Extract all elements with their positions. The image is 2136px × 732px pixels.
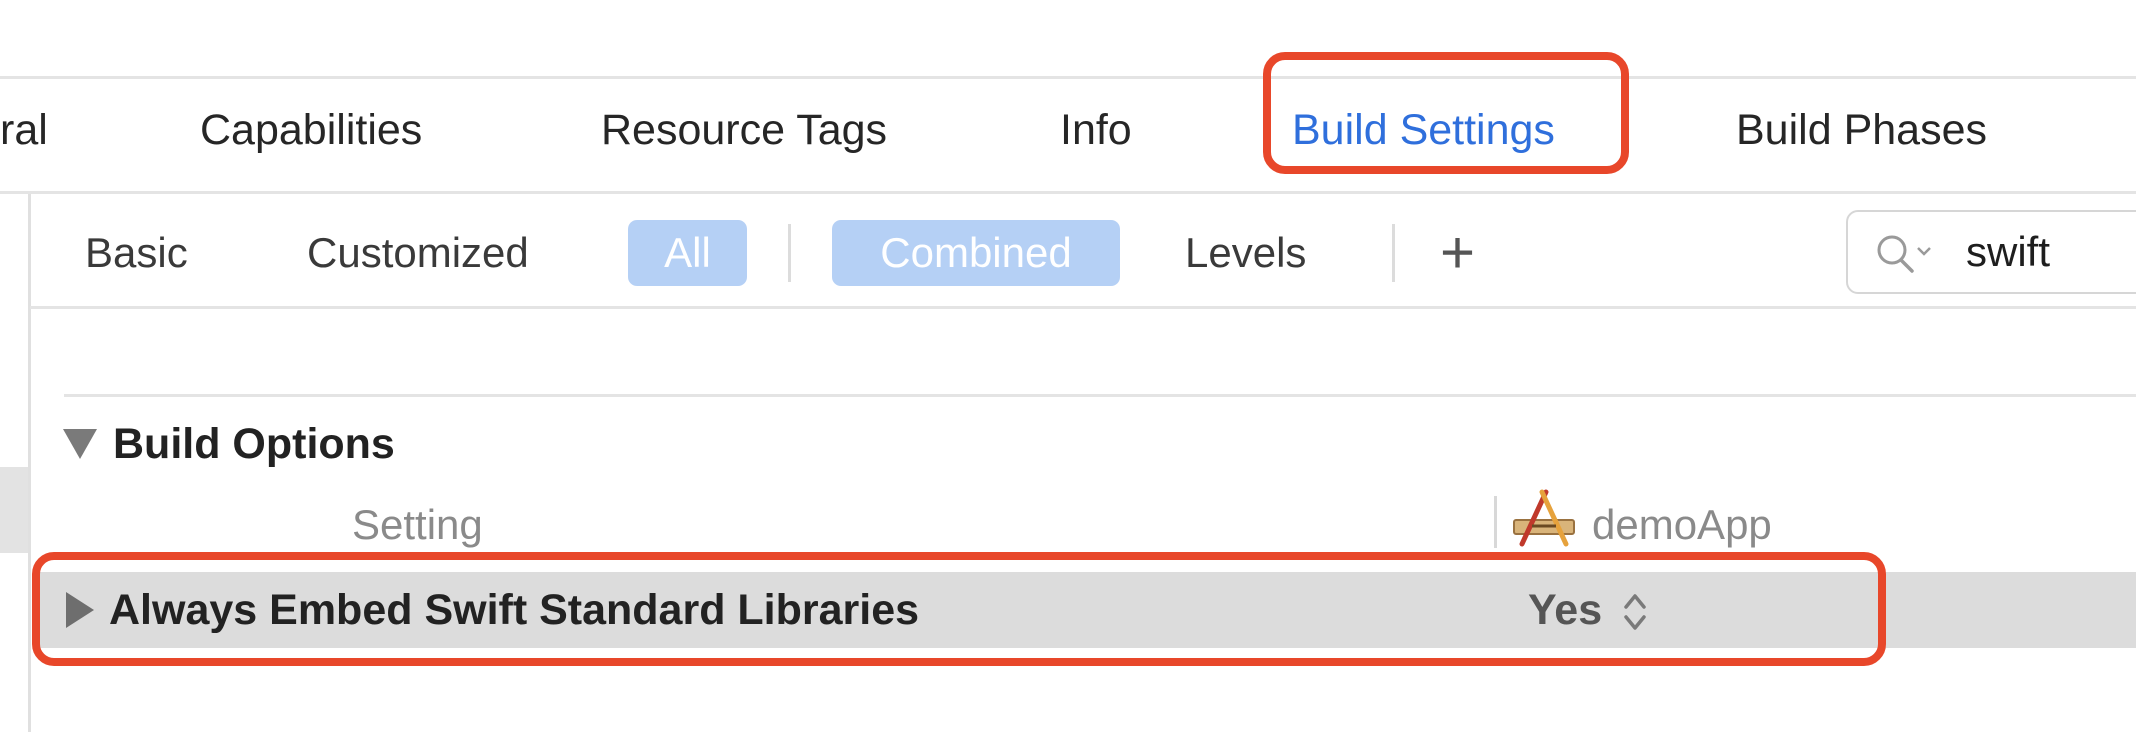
tab-resource-tags[interactable]: Resource Tags xyxy=(601,100,887,160)
column-divider xyxy=(1494,496,1497,548)
filter-bar-divider xyxy=(30,306,2136,309)
setting-row-highlight xyxy=(32,552,1886,666)
app-target-icon xyxy=(1513,489,1575,547)
left-gutter-selection xyxy=(0,467,28,553)
search-input[interactable]: swift xyxy=(1966,222,2050,282)
add-setting-button[interactable]: + xyxy=(1440,220,1475,286)
filter-customized[interactable]: Customized xyxy=(307,220,529,286)
tab-build-phases[interactable]: Build Phases xyxy=(1736,100,1987,160)
filter-levels[interactable]: Levels xyxy=(1185,220,1306,286)
build-settings-highlight xyxy=(1263,52,1629,174)
tab-info[interactable]: Info xyxy=(1060,100,1132,160)
top-divider xyxy=(0,76,2136,79)
section-divider xyxy=(64,394,2136,397)
target-column-header: demoApp xyxy=(1592,501,1772,548)
filter-combined[interactable]: Combined xyxy=(832,220,1120,286)
filter-all[interactable]: All xyxy=(628,220,747,286)
tab-general[interactable]: ral xyxy=(0,100,48,160)
search-icon xyxy=(1877,235,1931,273)
filter-basic[interactable]: Basic xyxy=(85,220,188,286)
disclosure-triangle-open-icon[interactable] xyxy=(63,429,97,459)
setting-column-header: Setting xyxy=(352,501,483,548)
tab-bar-divider xyxy=(0,191,2136,194)
left-gutter-divider xyxy=(28,194,31,732)
filter-separator-2 xyxy=(1392,224,1395,282)
filter-separator-1 xyxy=(788,224,791,282)
search-field[interactable]: swift xyxy=(1846,210,2136,294)
section-title: Build Options xyxy=(113,420,395,468)
tab-capabilities[interactable]: Capabilities xyxy=(200,100,422,160)
